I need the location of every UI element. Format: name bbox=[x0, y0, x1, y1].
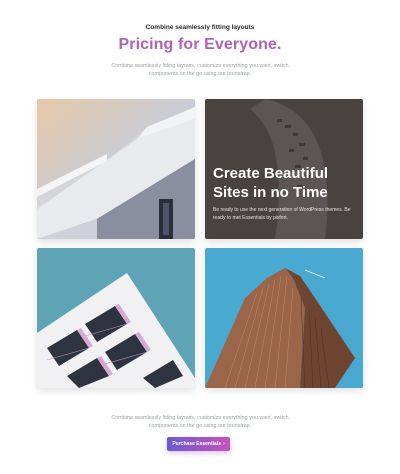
feature-heading-line-2: Sites in no Time bbox=[213, 184, 328, 201]
purchase-button-label: Purchase Essentials bbox=[172, 441, 221, 447]
feature-heading-line-1: Create Beautiful bbox=[213, 165, 329, 182]
chevron-right-icon: › bbox=[222, 441, 225, 447]
skyscraper-image-card bbox=[205, 248, 363, 388]
balcony-image-card bbox=[37, 248, 195, 388]
section-eyebrow: Combine seamlessly fitting layouts bbox=[145, 24, 255, 31]
feature-heading: Create Beautiful Sites in no Time bbox=[213, 164, 355, 202]
building-image bbox=[37, 99, 195, 239]
architecture-image-card bbox=[37, 99, 195, 239]
skyscraper-image bbox=[205, 248, 363, 388]
balcony-building-image bbox=[37, 248, 195, 388]
feature-card: Create Beautiful Sites in no Time Be rea… bbox=[205, 99, 363, 239]
section-subtitle: Combine seamlessly fitting layouts, cust… bbox=[111, 63, 289, 77]
purchase-essentials-button[interactable]: Purchase Essentials › bbox=[167, 437, 230, 451]
feature-description: Be ready to use the next generation of W… bbox=[213, 207, 351, 221]
footer-description: Combine seamlessly fitting layouts, cust… bbox=[111, 415, 289, 429]
page-title: Pricing for Everyone. bbox=[118, 36, 282, 53]
feature-text-block: Create Beautiful Sites in no Time Be rea… bbox=[213, 164, 355, 222]
